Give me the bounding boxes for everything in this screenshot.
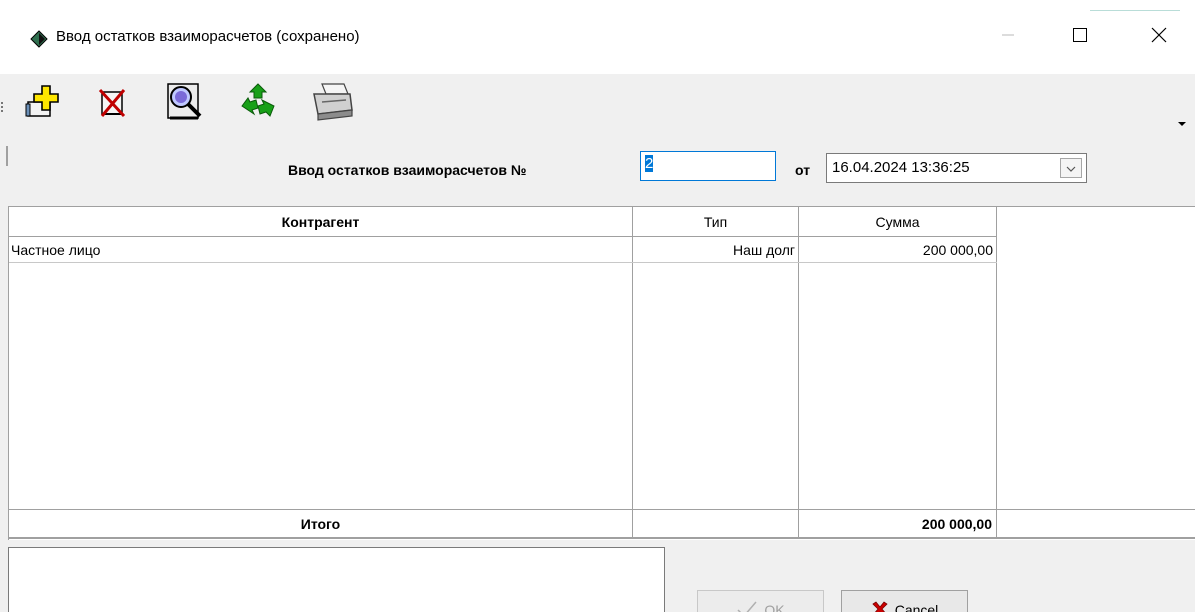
print-button[interactable] xyxy=(308,78,356,130)
cancel-label: Cancel xyxy=(894,602,939,612)
document-number-value: 2 xyxy=(645,155,654,172)
preview-icon xyxy=(162,80,206,129)
toolbar-grip[interactable] xyxy=(1,102,6,112)
title-bar: Ввод остатков взаиморасчетов (сохранено) xyxy=(0,0,1195,74)
comment-field[interactable] xyxy=(8,547,665,612)
ok-button[interactable]: OK xyxy=(697,590,824,612)
app-diamond-icon xyxy=(30,30,48,48)
add-document-icon xyxy=(22,82,62,127)
document-label: Ввод остатков взаиморасчетов № xyxy=(288,162,527,178)
chevron-down-icon xyxy=(1066,159,1076,177)
balances-grid[interactable]: Контрагент Тип Сумма Частное лицо Наш до… xyxy=(8,206,1195,540)
delete-document-button[interactable] xyxy=(88,78,136,130)
close-button[interactable] xyxy=(1136,14,1182,60)
refresh-icon xyxy=(236,80,280,129)
toolbar xyxy=(0,74,1195,138)
minimize-icon xyxy=(1002,28,1014,46)
table-row[interactable]: Частное лицо Наш долг 200 000,00 xyxy=(9,237,997,263)
footer-type xyxy=(633,510,799,538)
maximize-icon xyxy=(1073,27,1087,47)
column-header-type[interactable]: Тип xyxy=(633,207,799,237)
cell-counterparty: Частное лицо xyxy=(11,242,101,258)
cancel-x-icon xyxy=(871,600,889,612)
refresh-button[interactable] xyxy=(234,78,282,130)
cell-amount: 200 000,00 xyxy=(922,242,993,258)
toolbar-overflow-icon[interactable] xyxy=(1178,122,1186,126)
footer-total-label: Итого xyxy=(9,510,633,538)
footer-total-value: 200 000,00 xyxy=(799,510,997,538)
add-document-button[interactable] xyxy=(18,78,66,130)
maximize-button[interactable] xyxy=(1057,14,1103,60)
delete-document-icon xyxy=(92,82,132,127)
title-accent-line xyxy=(1090,10,1180,11)
ok-label: OK xyxy=(764,602,785,612)
app-window: Ввод остатков взаиморасчетов (сохранено) xyxy=(0,0,1195,612)
window-title: Ввод остатков взаиморасчетов (сохранено) xyxy=(56,28,360,45)
cancel-button[interactable]: Cancel xyxy=(841,590,968,612)
document-date-picker[interactable]: 16.04.2024 13:36:25 xyxy=(826,153,1087,183)
preview-button[interactable] xyxy=(160,78,208,130)
column-header-amount[interactable]: Сумма xyxy=(799,207,997,237)
grid-footer-row: Итого 200 000,00 xyxy=(9,509,1195,539)
cell-type: Наш долг xyxy=(733,242,795,258)
document-date-value: 16.04.2024 13:36:25 xyxy=(832,159,970,176)
column-divider xyxy=(798,237,799,509)
grid-header: Контрагент Тип Сумма xyxy=(9,207,997,237)
column-divider xyxy=(632,237,633,509)
print-icon xyxy=(308,80,356,129)
column-divider xyxy=(996,237,997,509)
column-header-counterparty[interactable]: Контрагент xyxy=(9,207,633,237)
left-splitter xyxy=(6,146,8,166)
date-from-label: от xyxy=(795,162,811,178)
date-dropdown-button[interactable] xyxy=(1060,158,1082,178)
checkmark-icon xyxy=(736,600,758,612)
minimize-button[interactable] xyxy=(985,14,1031,60)
document-number-input[interactable]: 2 xyxy=(640,151,776,181)
close-icon xyxy=(1151,27,1167,48)
